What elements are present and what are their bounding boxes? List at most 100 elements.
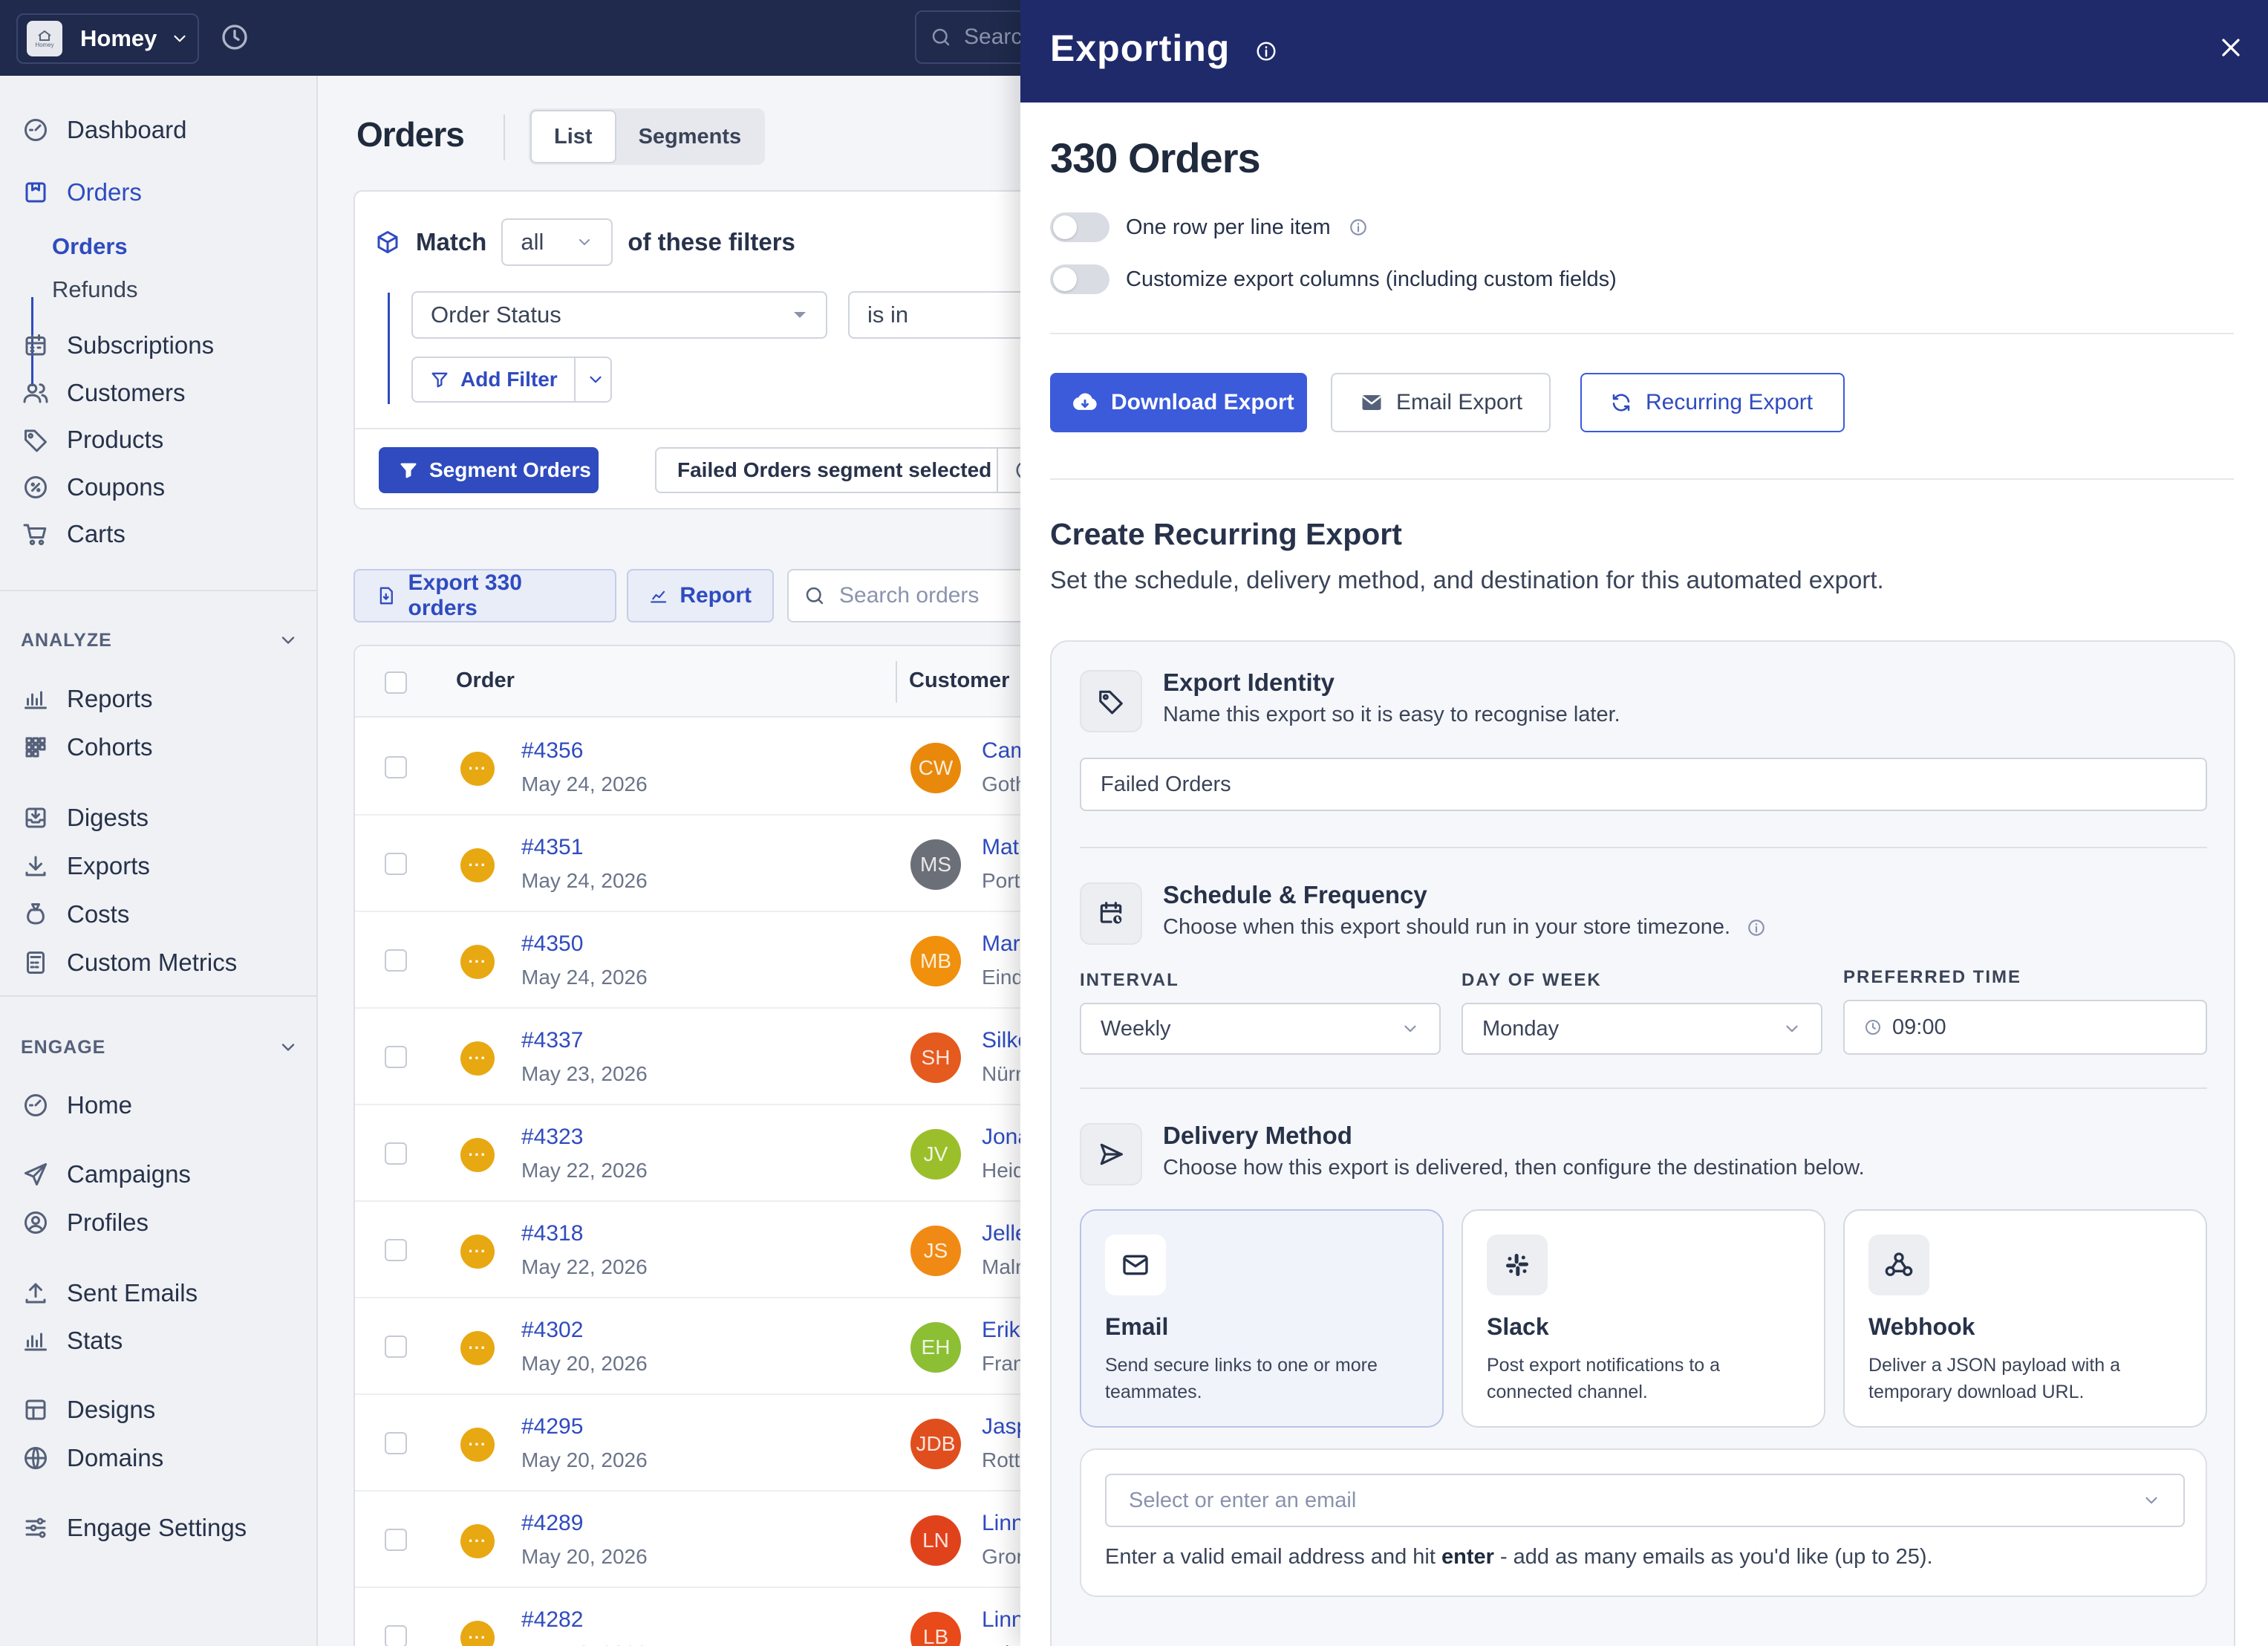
chevron-down-icon[interactable] (278, 1037, 299, 1058)
sidebar-item-designs[interactable]: Designs (22, 1396, 155, 1424)
line-item-toggle[interactable] (1050, 212, 1109, 242)
chevron-down-icon[interactable] (278, 630, 299, 651)
sidebar-item-label: Carts (67, 520, 126, 547)
sidebar-item-profiles[interactable]: Profiles (22, 1209, 149, 1237)
row-checkbox[interactable] (385, 1336, 407, 1358)
store-switcher[interactable]: Homey Homey (16, 13, 199, 64)
row-checkbox[interactable] (385, 1625, 407, 1646)
match-select[interactable]: all (501, 218, 613, 266)
history-icon[interactable] (220, 22, 250, 52)
row-checkbox[interactable] (385, 1142, 407, 1165)
customer-name-link[interactable]: Erik (982, 1318, 1020, 1343)
export-orders-button[interactable]: Export 330 orders (353, 569, 616, 622)
row-checkbox[interactable] (385, 1529, 407, 1551)
table-row[interactable]: ··· #4318 May 22, 2026 JS Jelle Malm (355, 1202, 1062, 1298)
table-row[interactable]: ··· #4337 May 23, 2026 SH Silke Nürn (355, 1009, 1062, 1105)
customer-city: Fran (982, 1352, 1025, 1375)
export-name-field[interactable]: Failed Orders (1080, 758, 2207, 811)
recurring-export-button[interactable]: Recurring Export (1580, 373, 1845, 432)
delivery-option-slack[interactable]: Slack Post export notifications to a con… (1462, 1209, 1825, 1428)
column-header-order[interactable]: Order (456, 669, 515, 693)
table-row[interactable]: ··· #4351 May 24, 2026 MS Math Porto (355, 816, 1062, 912)
close-icon[interactable] (2216, 33, 2246, 62)
sidebar-item-customers[interactable]: Customers (22, 379, 186, 407)
sidebar-item-coupons[interactable]: Coupons (22, 473, 165, 501)
interval-select[interactable]: Weekly (1080, 1003, 1441, 1055)
order-number-link[interactable]: #4302 (521, 1318, 583, 1343)
add-filter-button[interactable]: Add Filter (411, 357, 612, 403)
custom-columns-toggle[interactable] (1050, 264, 1109, 294)
select-all-checkbox[interactable] (385, 671, 407, 694)
row-checkbox[interactable] (385, 949, 407, 972)
table-row[interactable]: ··· #4289 May 20, 2026 LN Linn Gron (355, 1492, 1062, 1588)
segment-orders-button[interactable]: Segment Orders (379, 447, 599, 493)
row-checkbox[interactable] (385, 1239, 407, 1261)
row-checkbox[interactable] (385, 1432, 407, 1454)
table-row[interactable]: ··· #4356 May 24, 2026 CW Cam Goth (355, 719, 1062, 816)
order-number-link[interactable]: #4318 (521, 1221, 583, 1246)
sidebar-subitem-orders[interactable]: Orders (52, 233, 128, 260)
order-number-link[interactable]: #4289 (521, 1511, 583, 1536)
order-number-link[interactable]: #4356 (521, 738, 583, 764)
sidebar-item-stats[interactable]: Stats (22, 1327, 123, 1355)
customer-name-link[interactable]: Linn (982, 1511, 1024, 1536)
table-row[interactable]: ··· #4302 May 20, 2026 EH Erik Fran (355, 1298, 1062, 1395)
sidebar-item-domains[interactable]: Domains (22, 1444, 163, 1472)
delivery-option-email[interactable]: Email Send secure links to one or more t… (1080, 1209, 1444, 1428)
sidebar-item-cohorts[interactable]: Cohorts (22, 733, 153, 761)
order-number-link[interactable]: #4295 (521, 1414, 583, 1440)
sidebar-item-campaigns[interactable]: Campaigns (22, 1160, 191, 1188)
customer-avatar: JV (910, 1129, 961, 1180)
table-row[interactable]: ··· #4282 May 19, 2026 LB Linn Leip (355, 1588, 1062, 1646)
order-number-link[interactable]: #4282 (521, 1607, 583, 1633)
customer-avatar: LN (910, 1515, 961, 1566)
row-checkbox[interactable] (385, 1046, 407, 1068)
sidebar-item-dashboard[interactable]: Dashboard (22, 116, 186, 144)
sidebar-item-digests[interactable]: Digests (22, 804, 149, 832)
delivery-option-webhook[interactable]: Webhook Deliver a JSON payload with a te… (1843, 1209, 2207, 1428)
tab-list[interactable]: List (530, 110, 616, 163)
sidebar-item-reports[interactable]: Reports (22, 685, 153, 713)
customer-name-link[interactable]: Linn (982, 1607, 1024, 1633)
info-icon[interactable] (1349, 218, 1368, 237)
info-icon[interactable] (1747, 918, 1766, 937)
sidebar-item-custom-metrics[interactable]: Custom Metrics (22, 949, 237, 977)
download-export-button[interactable]: Download Export (1050, 373, 1307, 432)
chevron-down-icon[interactable] (586, 370, 605, 389)
sidebar-item-engage-settings[interactable]: Engage Settings (22, 1514, 247, 1542)
delivery-subtitle-text: Choose how this export is delivered, the… (1163, 1156, 1865, 1180)
order-number-link[interactable]: #4337 (521, 1028, 583, 1053)
house-icon (38, 30, 51, 41)
dashboard-icon (25, 1094, 47, 1116)
email-recipient-select[interactable]: Select or enter an email (1105, 1474, 2185, 1527)
row-checkbox[interactable] (385, 853, 407, 875)
tab-segments[interactable]: Segments (616, 110, 764, 163)
segment-selected-chip[interactable]: Failed Orders segment selected (655, 447, 1062, 493)
order-number-link[interactable]: #4323 (521, 1125, 583, 1150)
sidebar-item-subscriptions[interactable]: Subscriptions (22, 331, 214, 360)
table-row[interactable]: ··· #4323 May 22, 2026 JV Jona Heid (355, 1105, 1062, 1202)
sidebar-item-label: Orders (67, 178, 142, 206)
filter-field-select[interactable]: Order Status (411, 291, 827, 339)
email-export-button[interactable]: Email Export (1331, 373, 1551, 432)
sidebar-item-products[interactable]: Products (22, 426, 163, 454)
sidebar-item-orders[interactable]: Orders (22, 178, 142, 206)
preferred-time-input[interactable]: 09:00 (1843, 1000, 2207, 1055)
row-checkbox[interactable] (385, 756, 407, 778)
sidebar-item-carts[interactable]: Carts (22, 520, 126, 548)
sidebar-item-sent-emails[interactable]: Sent Emails (22, 1279, 198, 1307)
column-header-customer[interactable]: Customer (909, 669, 1009, 693)
info-icon[interactable] (1255, 40, 1277, 62)
sidebar-subitem-refunds[interactable]: Refunds (52, 276, 137, 303)
email-export-label: Email Export (1396, 390, 1523, 414)
status-pending-badge: ··· (460, 1331, 495, 1365)
order-number-link[interactable]: #4351 (521, 835, 583, 860)
day-of-week-select[interactable]: Monday (1462, 1003, 1822, 1055)
order-number-link[interactable]: #4350 (521, 931, 583, 957)
sidebar-item-home[interactable]: Home (22, 1091, 132, 1119)
sidebar-item-costs[interactable]: Costs (22, 900, 129, 928)
sidebar-item-exports[interactable]: Exports (22, 852, 150, 880)
table-row[interactable]: ··· #4350 May 24, 2026 MB Marc Eind (355, 912, 1062, 1009)
report-button[interactable]: Report (627, 569, 774, 622)
table-row[interactable]: ··· #4295 May 20, 2026 JDB Jasp Rotte (355, 1395, 1062, 1492)
